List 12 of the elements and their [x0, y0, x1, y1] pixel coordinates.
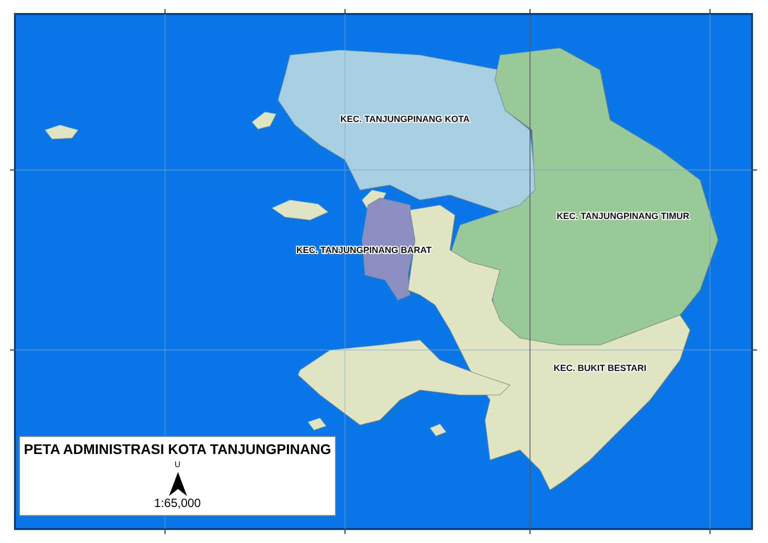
island — [308, 418, 326, 430]
island — [252, 112, 276, 130]
scale-text: 1:65,000 — [154, 496, 201, 510]
district-label: KEC. BUKIT BESTARI — [554, 363, 646, 373]
island — [44, 124, 78, 140]
district-label: KEC. TANJUNGPINANG KOTA — [340, 114, 470, 124]
district-label: KEC. TANJUNGPINANG TIMUR — [556, 211, 690, 221]
north-label: U — [174, 460, 180, 469]
island — [272, 200, 328, 220]
north-arrow-icon — [168, 472, 186, 496]
map-title: PETA ADMINISTRASI KOTA TANJUNGPINANG — [24, 441, 332, 457]
island — [430, 424, 446, 436]
